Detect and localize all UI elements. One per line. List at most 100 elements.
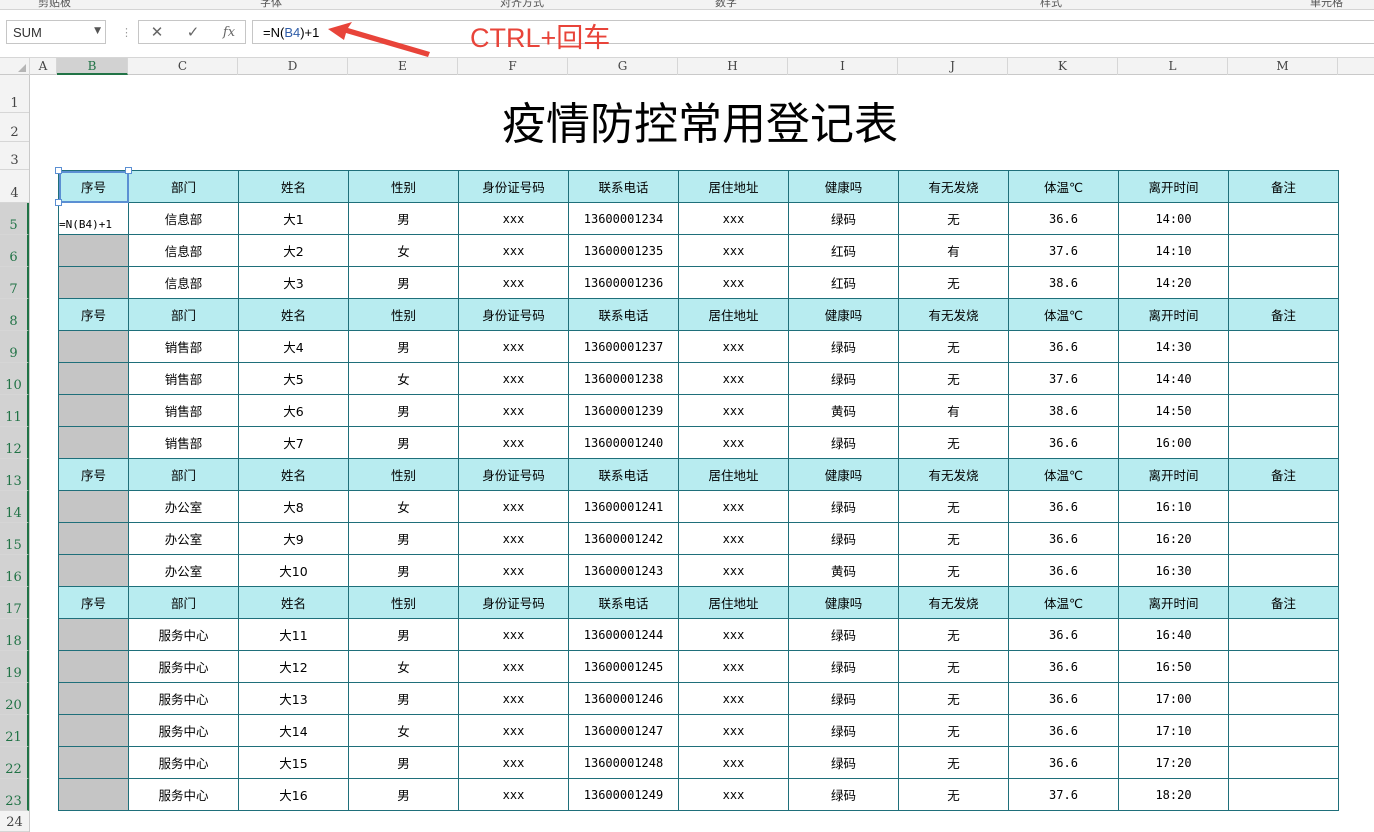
seq-cell[interactable] [58,394,129,427]
cell-fever[interactable]: 无 [898,362,1009,395]
cell-id[interactable]: xxx [458,554,569,587]
row-header-6[interactable]: 6 [0,235,29,267]
cell-id[interactable]: xxx [458,362,569,395]
cell-leave[interactable]: 14:10 [1118,234,1229,267]
cell-dept[interactable]: 销售部 [128,426,239,459]
cell-health[interactable]: 红码 [788,234,899,267]
cell-gender[interactable]: 女 [348,362,459,395]
cell-gender[interactable]: 男 [348,330,459,363]
row-header-5[interactable]: 5 [0,203,29,235]
header-cell-temp[interactable]: 体温℃ [1008,586,1119,619]
cell-id[interactable]: xxx [458,234,569,267]
cell-leave[interactable]: 17:00 [1118,682,1229,715]
cell-gender[interactable]: 男 [348,778,459,811]
cell-name[interactable]: 大7 [238,426,349,459]
cell-health[interactable]: 绿码 [788,490,899,523]
header-cell-name[interactable]: 姓名 [238,458,349,491]
cell-dept[interactable]: 销售部 [128,330,239,363]
cell-address[interactable]: xxx [678,266,789,299]
row-header-20[interactable]: 20 [0,683,29,715]
cell-dept[interactable]: 办公室 [128,522,239,555]
cell-note[interactable] [1228,650,1339,683]
cell-dept[interactable]: 办公室 [128,490,239,523]
header-cell-fever[interactable]: 有无发烧 [898,458,1009,491]
cell-phone[interactable]: 13600001247 [568,714,679,747]
cell-name[interactable]: 大11 [238,618,349,651]
cell-name[interactable]: 大6 [238,394,349,427]
cell-address[interactable]: xxx [678,362,789,395]
row-header-23[interactable]: 23 [0,779,29,811]
row-header-1[interactable]: 1 [0,75,29,113]
header-cell-name[interactable]: 姓名 [238,586,349,619]
cell-dept[interactable]: 服务中心 [128,618,239,651]
cell-temp[interactable]: 36.6 [1008,490,1119,523]
header-cell-id[interactable]: 身份证号码 [458,458,569,491]
header-cell-address[interactable]: 居住地址 [678,586,789,619]
cell-phone[interactable]: 13600001249 [568,778,679,811]
cell-note[interactable] [1228,330,1339,363]
cell-leave[interactable]: 14:40 [1118,362,1229,395]
drag-handle-icon[interactable]: ⋮ [121,26,132,39]
cell-fever[interactable]: 有 [898,394,1009,427]
header-cell-note[interactable]: 备注 [1228,170,1339,203]
cell-id[interactable]: xxx [458,746,569,779]
cell-gender[interactable]: 男 [348,746,459,779]
seq-cell[interactable] [58,266,129,299]
cell-id[interactable]: xxx [458,394,569,427]
cell-note[interactable] [1228,746,1339,779]
header-cell-dept[interactable]: 部门 [128,458,239,491]
cell-address[interactable]: xxx [678,330,789,363]
column-header-f[interactable]: F [458,58,568,75]
row-header-21[interactable]: 21 [0,715,29,747]
cell-note[interactable] [1228,778,1339,811]
cell-temp[interactable]: 37.6 [1008,234,1119,267]
cell-phone[interactable]: 13600001242 [568,522,679,555]
cell-temp[interactable]: 36.6 [1008,202,1119,235]
cell-name[interactable]: 大5 [238,362,349,395]
chevron-down-icon[interactable]: ▼ [94,26,101,36]
cell-dept[interactable]: 销售部 [128,394,239,427]
cell-name[interactable]: 大1 [238,202,349,235]
row-header-7[interactable]: 7 [0,267,29,299]
cell-leave[interactable]: 16:20 [1118,522,1229,555]
cell-phone[interactable]: 13600001239 [568,394,679,427]
cell-gender[interactable]: 男 [348,202,459,235]
column-header-k[interactable]: K [1008,58,1118,75]
cell-leave[interactable]: 14:20 [1118,266,1229,299]
cell-gender[interactable]: 男 [348,426,459,459]
cell-note[interactable] [1228,362,1339,395]
column-header-l[interactable]: L [1118,58,1228,75]
cell-note[interactable] [1228,522,1339,555]
cell-health[interactable]: 绿码 [788,522,899,555]
cell-dept[interactable]: 销售部 [128,362,239,395]
header-cell-leave[interactable]: 离开时间 [1118,586,1229,619]
header-cell-id[interactable]: 身份证号码 [458,170,569,203]
cell-address[interactable]: xxx [678,522,789,555]
header-cell-phone[interactable]: 联系电话 [568,458,679,491]
cell-temp[interactable]: 37.6 [1008,362,1119,395]
seq-cell[interactable] [58,618,129,651]
cell-fever[interactable]: 无 [898,778,1009,811]
row-header-8[interactable]: 8 [0,299,29,331]
row-header-19[interactable]: 19 [0,651,29,683]
cell-fever[interactable]: 无 [898,554,1009,587]
cell-health[interactable]: 绿码 [788,618,899,651]
row-header-22[interactable]: 22 [0,747,29,779]
column-header-e[interactable]: E [348,58,458,75]
cell-temp[interactable]: 36.6 [1008,746,1119,779]
column-header-c[interactable]: C [128,58,238,75]
cell-fever[interactable]: 无 [898,522,1009,555]
header-cell-temp[interactable]: 体温℃ [1008,458,1119,491]
row-header-14[interactable]: 14 [0,491,29,523]
header-cell-temp[interactable]: 体温℃ [1008,298,1119,331]
cell-fever[interactable]: 无 [898,618,1009,651]
seq-cell[interactable] [58,714,129,747]
cell-temp[interactable]: 36.6 [1008,682,1119,715]
cell-address[interactable]: xxx [678,682,789,715]
cell-name[interactable]: 大8 [238,490,349,523]
header-cell-phone[interactable]: 联系电话 [568,298,679,331]
cell-health[interactable]: 绿码 [788,362,899,395]
cell-gender[interactable]: 女 [348,234,459,267]
cell-id[interactable]: xxx [458,714,569,747]
column-header-i[interactable]: I [788,58,898,75]
